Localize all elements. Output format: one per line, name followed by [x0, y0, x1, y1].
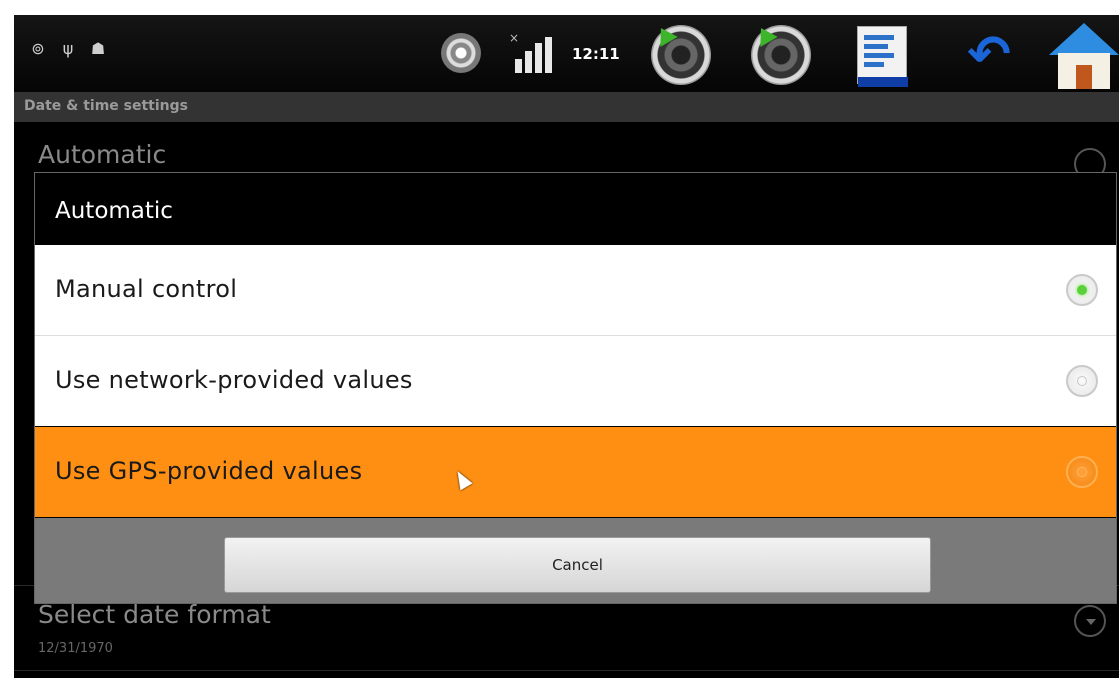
automatic-setting-label[interactable]: Automatic — [38, 140, 166, 169]
automatic-dialog: Automatic Manual control Use network-pro… — [35, 173, 1116, 603]
date-format-value: 12/31/1970 — [38, 641, 113, 656]
select-date-format-label[interactable]: Select date format — [38, 600, 271, 629]
radio-selected-icon[interactable] — [1066, 274, 1098, 306]
back-icon[interactable]: ↶ — [961, 29, 1017, 81]
dialog-header: Automatic — [35, 173, 1116, 245]
option-network-provided[interactable]: Use network-provided values — [35, 336, 1116, 426]
gps-icon — [441, 33, 481, 73]
mouse-cursor-icon — [451, 467, 473, 491]
android-debug-icon: ☗ — [90, 39, 106, 58]
radio-unselected-icon[interactable] — [1066, 365, 1098, 397]
home-icon[interactable] — [1049, 23, 1119, 89]
option-label: Use GPS-provided values — [55, 457, 363, 485]
date-format-dropdown-icon[interactable] — [1074, 605, 1106, 637]
radio-unselected-icon[interactable] — [1066, 456, 1098, 488]
status-clock: 12:11 — [572, 45, 620, 63]
option-label: Manual control — [55, 275, 238, 303]
settings-title-bar: Date & time settings — [14, 92, 1119, 122]
option-label: Use network-provided values — [55, 366, 413, 394]
signal-icon: × — [509, 31, 555, 73]
sync-icon: ⊚ — [31, 39, 45, 58]
cancel-button[interactable]: Cancel — [224, 537, 931, 593]
speaker-icon[interactable] — [751, 25, 811, 85]
speaker-icon[interactable] — [651, 25, 711, 85]
signal-x-mark: × — [509, 31, 520, 45]
dialog-title: Automatic — [55, 198, 173, 224]
android-screen: ⊚ ψ ☗ × 12:11 ↶ Date & time settings Aut… — [14, 15, 1119, 678]
option-manual-control[interactable]: Manual control — [35, 245, 1116, 336]
document-icon[interactable] — [857, 26, 908, 87]
usb-icon: ψ — [62, 39, 74, 58]
notification-icons: ⊚ ψ ☗ — [30, 39, 106, 58]
option-gps-provided[interactable]: Use GPS-provided values — [35, 427, 1116, 517]
status-bar: ⊚ ψ ☗ × 12:11 ↶ — [14, 15, 1119, 92]
dialog-footer: Cancel — [35, 518, 1116, 603]
divider — [14, 670, 1119, 671]
page-title: Date & time settings — [24, 98, 188, 114]
